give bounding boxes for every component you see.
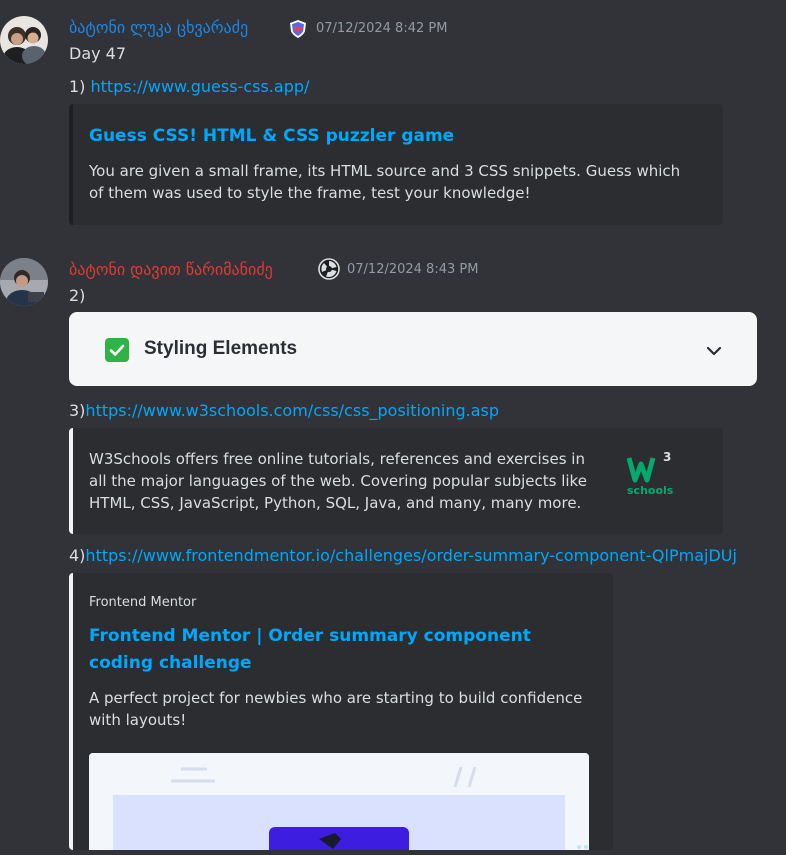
avatar-photo xyxy=(0,258,48,306)
list-number: 1) xyxy=(69,77,86,96)
embed-title[interactable]: Frontend Mentor | Order summary componen… xyxy=(89,623,569,677)
link-line-3: 3)https://www.w3schools.com/css/css_posi… xyxy=(69,401,499,420)
embed-description: A perfect project for newbies who are st… xyxy=(89,689,583,729)
w3-logo-text: schools xyxy=(627,484,674,497)
shield-heart-badge-icon xyxy=(288,19,308,39)
link-embed: Frontend Mentor Frontend Mentor | Order … xyxy=(69,573,613,850)
message-author[interactable]: ბატონი ლუკა ცხვარაძე xyxy=(69,18,248,37)
list-number: 3) xyxy=(69,401,86,420)
w3-logo-superscript: 3 xyxy=(663,450,672,464)
card-title: Styling Elements xyxy=(144,338,298,359)
collapsible-card[interactable]: Styling Elements xyxy=(69,312,757,386)
list-number: 4) xyxy=(69,546,86,565)
preview-illustration xyxy=(89,753,589,850)
avatar-photo xyxy=(0,16,48,64)
embed-description: You are given a small frame, its HTML so… xyxy=(89,162,681,202)
spinner-badge-icon xyxy=(318,258,340,280)
link-embed: W3Schools offers free online tutorials, … xyxy=(69,428,723,534)
message-link[interactable]: https://www.guess-css.app/ xyxy=(91,77,310,96)
message-link[interactable]: https://www.frontendmentor.io/challenges… xyxy=(85,546,737,565)
avatar[interactable] xyxy=(0,16,48,64)
link-embed: Guess CSS! HTML & CSS puzzler game You a… xyxy=(69,104,723,225)
w3schools-logo[interactable]: 3 schools xyxy=(625,450,681,502)
link-line-1: 1) https://www.guess-css.app/ xyxy=(69,77,309,96)
checkmark-icon xyxy=(105,338,129,362)
message-timestamp: 07/12/2024 8:42 PM xyxy=(316,21,448,36)
embed-title[interactable]: Guess CSS! HTML & CSS puzzler game xyxy=(89,126,454,146)
message-text: Day 47 xyxy=(69,44,127,63)
w3-logo-icon xyxy=(626,457,656,483)
avatar[interactable] xyxy=(0,258,48,306)
message-link[interactable]: https://www.w3schools.com/css/css_positi… xyxy=(85,401,499,420)
link-line-4: 4)https://www.frontendmentor.io/challeng… xyxy=(69,546,786,565)
chevron-down-icon[interactable] xyxy=(703,340,725,362)
embed-description: W3Schools offers free online tutorials, … xyxy=(89,450,587,512)
embed-provider[interactable]: Frontend Mentor xyxy=(89,595,196,610)
list-number: 2) xyxy=(69,286,86,305)
embed-image[interactable] xyxy=(89,753,589,850)
message-timestamp: 07/12/2024 8:43 PM xyxy=(347,262,479,277)
message-author[interactable]: ბატონი დავით წარიმანიძე xyxy=(69,260,273,279)
decorative-dots xyxy=(576,836,590,849)
